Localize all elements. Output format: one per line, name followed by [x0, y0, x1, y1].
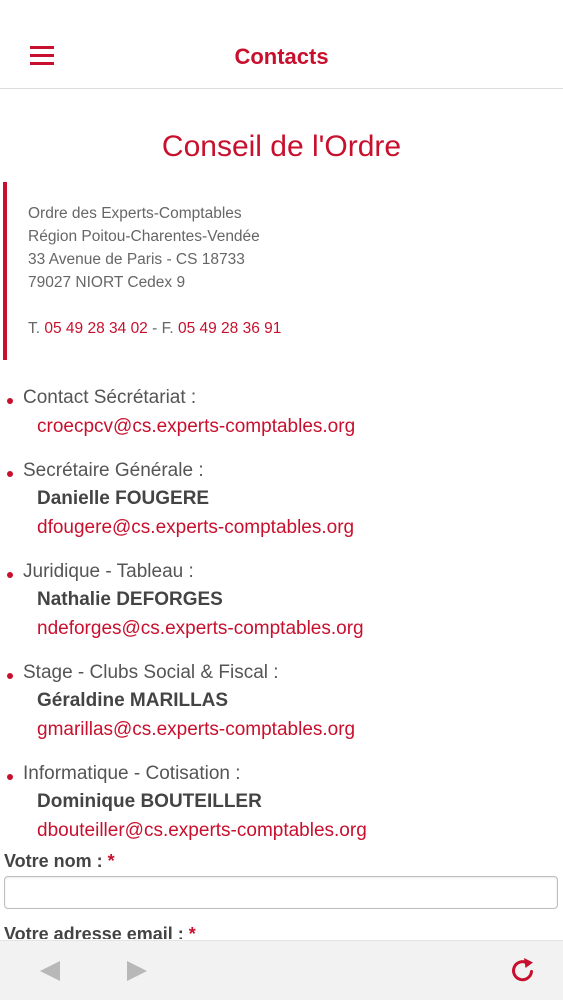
- required-mark: *: [188, 924, 196, 939]
- back-arrow-icon: [40, 961, 60, 981]
- address-line-4: 79027 NIORT Cedex 9: [28, 274, 186, 291]
- contact-item-secretaire-generale: Secrétaire Générale : Danielle FOUGERE d…: [0, 456, 563, 542]
- bullet-icon: [7, 572, 13, 578]
- contact-name: Danielle FOUGERE: [37, 488, 210, 509]
- required-mark: *: [107, 851, 115, 871]
- address-block: Ordre des Experts-Comptables Région Poit…: [3, 182, 543, 360]
- contact-name: Géraldine MARILLAS: [37, 690, 229, 711]
- back-button[interactable]: [36, 957, 64, 985]
- contact-name: Dominique BOUTEILLER: [37, 791, 262, 812]
- contact-item-informatique: Informatique - Cotisation : Dominique BO…: [0, 759, 563, 845]
- contact-item-stage: Stage - Clubs Social & Fiscal : Géraldin…: [0, 658, 563, 744]
- address-lines: Ordre des Experts-Comptables Région Poit…: [28, 182, 543, 294]
- contact-label: Informatique - Cotisation :: [23, 763, 241, 784]
- bullet-icon: [7, 398, 13, 404]
- contact-list: Contact Sécrétariat : croecpcv@cs.expert…: [0, 383, 563, 860]
- app-header: Contacts: [0, 0, 563, 89]
- contact-item-secretariat: Contact Sécrétariat : croecpcv@cs.expert…: [0, 383, 563, 441]
- contact-name: Nathalie DEFORGES: [37, 589, 223, 610]
- name-label-text: Votre nom :: [4, 851, 108, 871]
- contact-email-link[interactable]: ndeforges@cs.experts-comptables.org: [23, 614, 563, 643]
- phone-link[interactable]: 05 49 28 34 02: [44, 320, 147, 337]
- fax-prefix: - F.: [147, 320, 178, 337]
- contact-label: Juridique - Tableau :: [23, 561, 194, 582]
- name-field-label: Votre nom : *: [4, 849, 115, 873]
- page-title: Contacts: [234, 44, 329, 69]
- contact-label: Stage - Clubs Social & Fiscal :: [23, 662, 279, 683]
- contact-email-link[interactable]: dfougere@cs.experts-comptables.org: [23, 513, 563, 542]
- phone-fax-line: T. 05 49 28 34 02 - F. 05 49 28 36 91: [28, 317, 543, 340]
- email-field-label: Votre adresse email : *: [4, 922, 196, 939]
- name-input[interactable]: [4, 876, 558, 909]
- bullet-icon: [7, 673, 13, 679]
- address-line-2: Région Poitou-Charentes-Vendée: [28, 228, 260, 245]
- forward-arrow-icon: [127, 961, 147, 981]
- contact-label: Contact Sécrétariat :: [23, 387, 197, 408]
- email-label-text: Votre adresse email :: [4, 924, 189, 939]
- contact-email-link[interactable]: croecpcv@cs.experts-comptables.org: [23, 412, 563, 441]
- refresh-icon: [512, 958, 533, 982]
- browser-nav-bar: [0, 940, 563, 1000]
- address-line-1: Ordre des Experts-Comptables: [28, 205, 242, 222]
- contact-label: Secrétaire Générale :: [23, 460, 204, 481]
- contact-item-juridique: Juridique - Tableau : Nathalie DEFORGES …: [0, 557, 563, 643]
- section-title: Conseil de l'Ordre: [161, 130, 402, 163]
- contact-email-link[interactable]: dbouteiller@cs.experts-comptables.org: [23, 816, 563, 845]
- forward-button[interactable]: [123, 957, 151, 985]
- fax-link[interactable]: 05 49 28 36 91: [178, 320, 281, 337]
- contact-email-link[interactable]: gmarillas@cs.experts-comptables.org: [23, 715, 563, 744]
- phone-prefix: T.: [28, 320, 45, 337]
- bullet-icon: [7, 774, 13, 780]
- address-line-3: 33 Avenue de Paris - CS 18733: [28, 251, 245, 268]
- bullet-icon: [7, 471, 13, 477]
- page: Contacts Conseil de l'Ordre Ordre des Ex…: [0, 0, 563, 1000]
- main-content[interactable]: Conseil de l'Ordre Ordre des Experts-Com…: [0, 89, 563, 939]
- refresh-button[interactable]: [508, 955, 538, 985]
